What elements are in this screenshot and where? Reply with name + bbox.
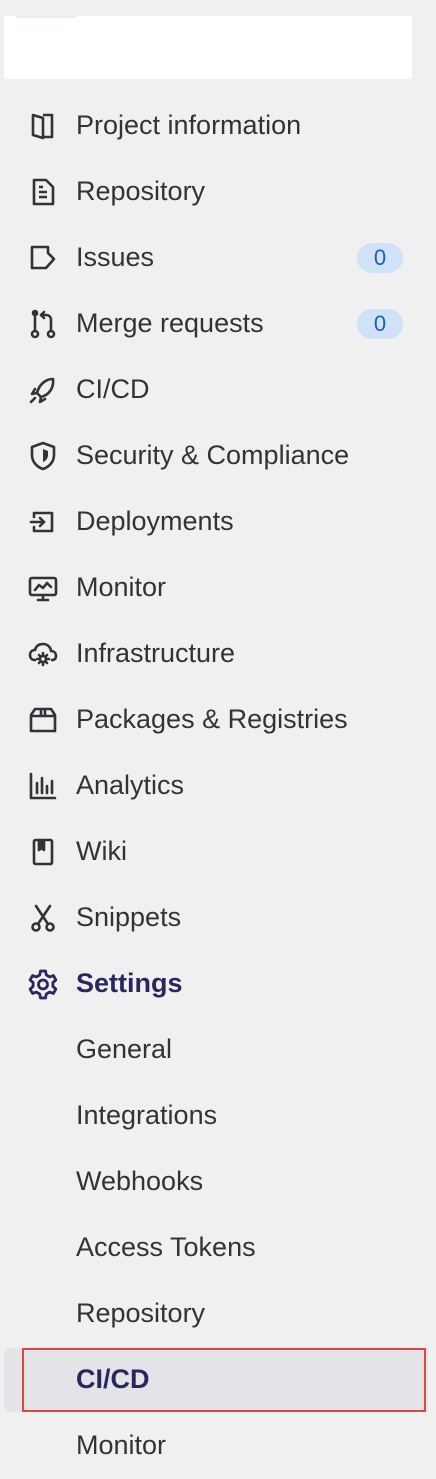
sidebar-item-label: Issues <box>76 242 155 272</box>
sidebar-item-monitor[interactable]: Monitor <box>0 555 436 621</box>
merge-request-icon <box>26 307 60 341</box>
sidebar-item-analytics[interactable]: Analytics <box>0 753 436 819</box>
project-context-header[interactable] <box>4 16 412 79</box>
sidebar-item-label: Security & Compliance <box>76 440 350 470</box>
chart-icon <box>26 769 60 803</box>
sidebar-item-label: Wiki <box>76 836 127 866</box>
project-avatar <box>16 16 76 18</box>
sidebar-item-label: Monitor <box>76 572 167 602</box>
settings-subitem-integrations[interactable]: Integrations <box>0 1083 436 1149</box>
sidebar-item-repository[interactable]: Repository <box>0 159 436 225</box>
rocket-icon <box>26 373 60 407</box>
sidebar-item-snippets[interactable]: Snippets <box>0 885 436 951</box>
sidebar-item-merge-requests[interactable]: Merge requests 0 <box>0 291 436 357</box>
subitem-label: General <box>76 1034 173 1064</box>
sidebar-item-security-compliance[interactable]: Security & Compliance <box>0 423 436 489</box>
sidebar-item-label: Project information <box>76 110 302 140</box>
settings-subitem-repository[interactable]: Repository <box>0 1281 436 1347</box>
sidebar-item-label: Infrastructure <box>76 638 236 668</box>
highlight-outline <box>22 1348 426 1412</box>
repository-document-icon <box>26 175 60 209</box>
deployments-icon <box>26 505 60 539</box>
sidebar-item-wiki[interactable]: Wiki <box>0 819 436 885</box>
sidebar-item-label: Deployments <box>76 506 234 536</box>
sidebar-item-label: Analytics <box>76 770 185 800</box>
merge-requests-count-badge: 0 <box>357 309 403 339</box>
subitem-label: Access Tokens <box>76 1232 256 1262</box>
sidebar-item-label: Repository <box>76 176 206 206</box>
settings-subitem-webhooks[interactable]: Webhooks <box>0 1149 436 1215</box>
sidebar-item-deployments[interactable]: Deployments <box>0 489 436 555</box>
project-information-icon <box>26 109 60 143</box>
sidebar-item-infrastructure[interactable]: Infrastructure <box>0 621 436 687</box>
project-sidebar: Project information Repository Issues 0 <box>0 0 436 1470</box>
subitem-label: Monitor <box>76 1430 167 1460</box>
book-icon <box>26 835 60 869</box>
settings-subitem-access-tokens[interactable]: Access Tokens <box>0 1215 436 1281</box>
sidebar-item-label: Settings <box>76 968 183 998</box>
subitem-label: Webhooks <box>76 1166 204 1196</box>
shield-icon <box>26 439 60 473</box>
sidebar-item-label: Packages & Registries <box>76 704 348 734</box>
monitor-icon <box>26 571 60 605</box>
sidebar-item-label: Snippets <box>76 902 182 932</box>
issues-count-badge: 0 <box>357 243 403 273</box>
sidebar-item-ci-cd[interactable]: CI/CD <box>0 357 436 423</box>
sidebar-item-packages-registries[interactable]: Packages & Registries <box>0 687 436 753</box>
issues-icon <box>26 241 60 275</box>
cloud-gear-icon <box>26 637 60 671</box>
sidebar-item-settings[interactable]: Settings <box>0 951 436 1017</box>
subitem-label: Integrations <box>76 1100 218 1130</box>
settings-subitem-monitor[interactable]: Monitor <box>0 1413 436 1479</box>
package-icon <box>26 703 60 737</box>
settings-subitem-general[interactable]: General <box>0 1017 436 1083</box>
sidebar-item-issues[interactable]: Issues 0 <box>0 225 436 291</box>
gear-icon <box>26 967 60 1001</box>
sidebar-item-label: Merge requests <box>76 308 264 338</box>
sidebar-item-label: CI/CD <box>76 374 150 404</box>
scissors-icon <box>26 901 60 935</box>
subitem-label: Repository <box>76 1298 206 1328</box>
sidebar-item-project-information[interactable]: Project information <box>0 93 436 159</box>
